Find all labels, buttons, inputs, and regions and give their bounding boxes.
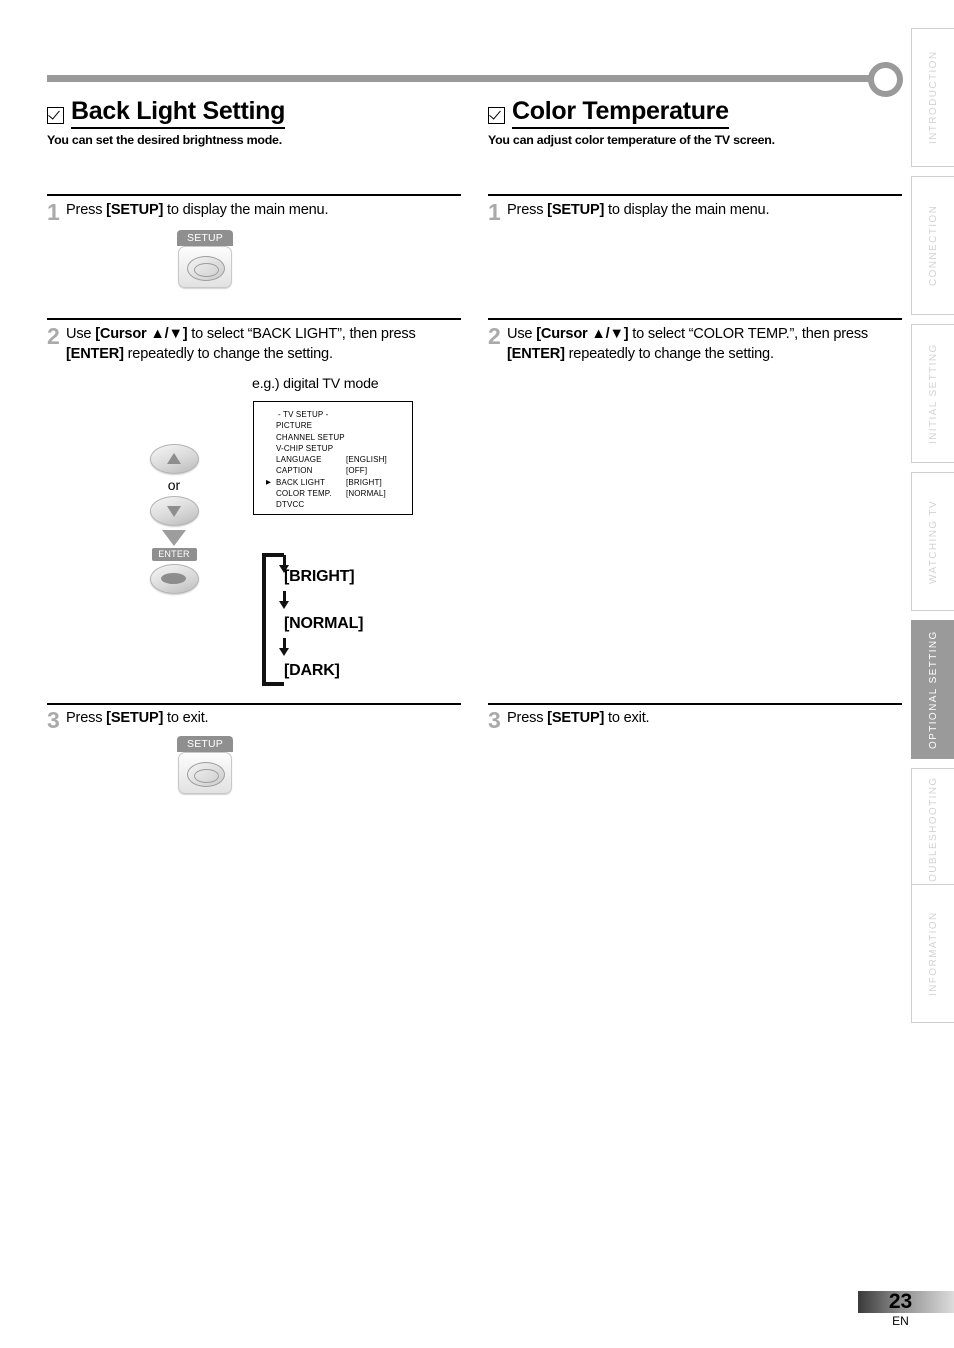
step-divider — [488, 318, 902, 321]
cursor-down-button[interactable] — [149, 496, 199, 526]
step-2: 2 Use [Cursor ▲/▼] to select “BACK LIGHT… — [47, 325, 416, 364]
page-number: 23 — [888, 1290, 913, 1313]
step-divider — [488, 194, 902, 197]
arrow-down-icon — [162, 530, 186, 546]
step-1: 1 Press [SETUP] to display the main menu… — [47, 199, 329, 225]
sidebar-tab-label: INTRODUCTION — [928, 50, 939, 145]
sidebar-tab-label: OPTIONAL SETTING — [928, 630, 939, 749]
sidebar-tab-optional-setting[interactable]: OPTIONAL SETTING — [911, 620, 954, 759]
osd-row[interactable]: COLOR TEMP. [NORMAL] — [254, 488, 412, 499]
sidebar-tab-label: INFORMATION — [928, 911, 939, 996]
checkbox-icon — [47, 107, 64, 124]
sidebar-tab-introduction[interactable]: INTRODUCTION — [911, 28, 954, 167]
enter-key-label: ENTER — [151, 548, 197, 561]
step-text: Press [SETUP] to display the main menu. — [507, 202, 770, 218]
page-language-code: EN — [892, 1314, 909, 1328]
setup-button-graphic[interactable]: SETUP — [177, 736, 233, 794]
step-1: 1 Press [SETUP] to display the main menu… — [488, 199, 770, 225]
step-text: Use [Cursor ▲/▼] to select “COLOR TEMP.”… — [507, 326, 869, 362]
flow-option: [NORMAL] — [284, 615, 364, 632]
triangle-down-icon — [167, 506, 181, 518]
osd-row-label: DTVCC — [276, 500, 305, 510]
step-divider — [47, 318, 461, 321]
step-number: 3 — [47, 707, 60, 733]
header-rule — [47, 75, 880, 82]
step-number: 1 — [47, 199, 60, 225]
flow-arrow-icon — [279, 648, 289, 656]
step-number: 2 — [47, 323, 60, 349]
sidebar-tab-connection[interactable]: CONNECTION — [911, 176, 954, 315]
step-text: Use [Cursor ▲/▼] to select “BACK LIGHT”,… — [66, 326, 416, 362]
header-knob-icon — [868, 62, 903, 97]
step-number: 2 — [488, 323, 501, 349]
step-divider — [488, 703, 902, 706]
cursor-up-button[interactable] — [149, 444, 199, 474]
osd-row-label: V-CHIP SETUP — [276, 443, 334, 453]
sidebar-tab-label: CONNECTION — [928, 204, 939, 287]
osd-row-label: PICTURE — [276, 421, 313, 431]
sidebar-tab-initial-setting[interactable]: INITIAL SETTING — [911, 324, 954, 463]
osd-row[interactable]: PICTURE — [254, 420, 412, 431]
osd-row-label: CAPTION — [276, 466, 313, 476]
sidebar-tab-label: WATCHING TV — [928, 499, 939, 584]
step-3: 3 Press [SETUP] to exit. — [488, 707, 650, 733]
setup-key-label: SETUP — [177, 230, 233, 246]
section-title: Back Light Setting — [71, 97, 285, 129]
osd-row-value: [ENGLISH] — [346, 455, 387, 465]
setup-key-body — [178, 752, 232, 794]
osd-row-label: BACK LIGHT — [276, 477, 326, 487]
osd-row[interactable]: V-CHIP SETUP — [254, 443, 412, 454]
setup-button-graphic[interactable]: SETUP — [177, 230, 233, 288]
sidebar-tab-label: INITIAL SETTING — [928, 343, 939, 444]
flow-arrow-icon — [279, 601, 289, 609]
osd-row-value: [BRIGHT] — [346, 477, 382, 487]
flow-option: [BRIGHT] — [284, 568, 355, 585]
osd-title: - TV SETUP - — [278, 410, 329, 419]
step-2: 2 Use [Cursor ▲/▼] to select “COLOR TEMP… — [488, 325, 868, 364]
step-divider — [47, 703, 461, 706]
osd-row-label: LANGUAGE — [276, 455, 322, 465]
section-heading: Back Light Setting — [47, 97, 285, 129]
osd-row-selected[interactable]: BACK LIGHT [BRIGHT] — [254, 477, 412, 488]
sidebar-tab-information[interactable]: INFORMATION — [911, 884, 954, 1023]
step-text: Press [SETUP] to exit. — [507, 710, 650, 726]
example-label: e.g.) digital TV mode — [252, 376, 379, 392]
setup-key-body — [178, 246, 232, 288]
section-title: Color Temperature — [512, 97, 729, 129]
setup-key-label: SETUP — [177, 736, 233, 752]
osd-row-value: [OFF] — [346, 466, 368, 476]
section-subtitle: You can adjust color temperature of the … — [488, 133, 775, 147]
setup-key-oval-icon — [187, 762, 225, 787]
step-text: Press [SETUP] to exit. — [66, 710, 209, 726]
step-number: 3 — [488, 707, 501, 733]
osd-row[interactable]: CAPTION [OFF] — [254, 465, 412, 476]
setup-key-oval-icon — [187, 256, 225, 281]
osd-row[interactable]: DTVCC — [254, 499, 412, 510]
step-text: Press [SETUP] to display the main menu. — [66, 202, 329, 218]
step-3: 3 Press [SETUP] to exit. — [47, 707, 209, 733]
option-cycle-flow: [BRIGHT] [NORMAL] [DARK] — [262, 553, 412, 693]
enter-button[interactable] — [149, 564, 199, 594]
or-label: or — [167, 477, 181, 493]
osd-row-value: [NORMAL] — [346, 489, 386, 499]
sidebar-tab-watching-tv[interactable]: WATCHING TV — [911, 472, 954, 611]
osd-row-label: COLOR TEMP. — [276, 489, 332, 499]
section-subtitle: You can set the desired brightness mode. — [47, 133, 282, 147]
osd-menu: - TV SETUP - PICTURE CHANNEL SETUP V-CHI… — [253, 401, 413, 515]
step-divider — [47, 194, 461, 197]
step-number: 1 — [488, 199, 501, 225]
triangle-up-icon — [167, 452, 181, 464]
section-heading: Color Temperature — [488, 97, 729, 129]
osd-row[interactable]: LANGUAGE [ENGLISH] — [254, 454, 412, 465]
flow-option: [DARK] — [284, 662, 340, 679]
checkbox-icon — [488, 107, 505, 124]
osd-row-label: CHANNEL SETUP — [276, 432, 345, 442]
osd-row[interactable]: CHANNEL SETUP — [254, 432, 412, 443]
cursor-enter-graphic: or ENTER — [142, 444, 206, 594]
